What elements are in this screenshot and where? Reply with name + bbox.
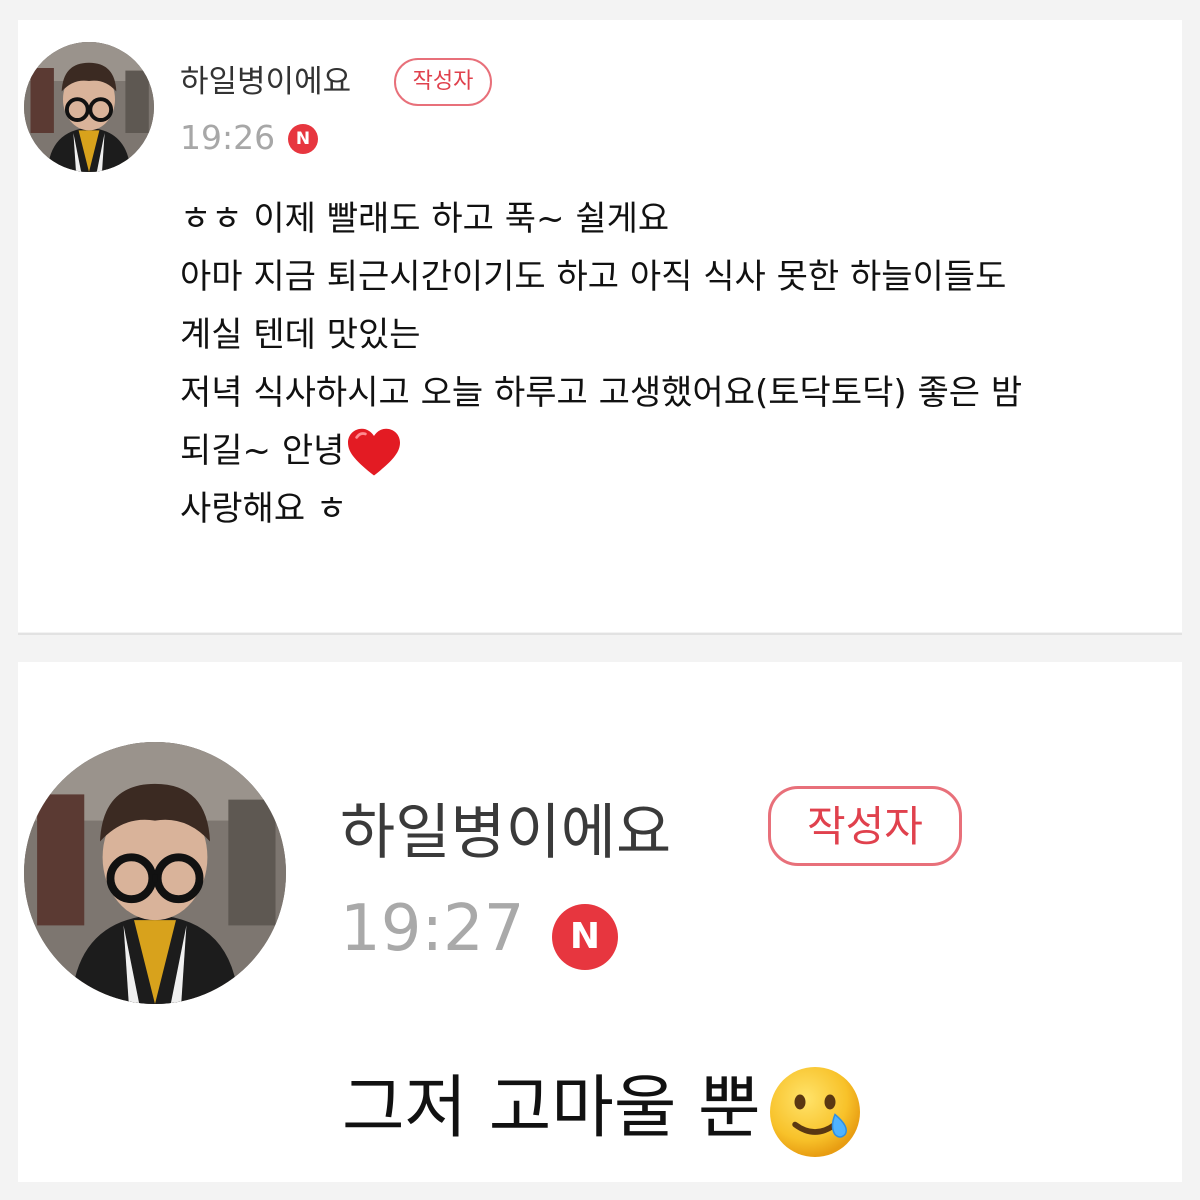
comment-line: 사랑해요 ㅎ [180,489,348,529]
smiling-face-with-tear-icon [769,1067,860,1158]
author-badge: 작성자 [394,58,492,106]
author-name[interactable]: 하일병이에요 [180,56,351,101]
comment-line: 아마 지금 퇴근시간이기도 하고 아직 식사 못한 하늘이들도 [180,257,1007,297]
comment-line: 저녁 식사하시고 오늘 하루고 고생했어요(토닥토닥) 좋은 밤 [180,373,1023,413]
comment-body: ㅎㅎ 이제 빨래도 하고 푹~ 쉴게요 아마 지금 퇴근시간이기도 하고 아직 … [180,190,1170,538]
new-badge-icon: N [552,904,618,970]
comment-timestamp: 19:27 [340,892,525,966]
comment-line: ㅎㅎ 이제 빨래도 하고 푹~ 쉴게요 [180,199,670,239]
red-heart-icon [348,428,401,476]
comment-line-with-emoji: 되길~ 안녕 [180,422,1170,480]
avatar-photo-icon [24,742,286,1004]
comment-timestamp: 19:26 [180,118,276,157]
comment-thread: 하일병이에요 작성자 19:26 N ㅎㅎ 이제 빨래도 하고 푹~ 쉴게요 아… [0,0,1200,1200]
avatar[interactable] [24,42,154,172]
divider [18,633,1182,635]
new-badge-icon: N [288,124,318,154]
author-badge: 작성자 [768,786,962,866]
avatar[interactable] [24,742,286,1004]
comment-line: 되길~ 안녕 [180,431,345,471]
author-name[interactable]: 하일병이에요 [340,784,671,871]
comment-text: 그저 고마울 뿐 [342,1069,761,1148]
avatar-photo-icon [24,42,154,172]
comment-body: 그저 고마울 뿐 [342,1052,865,1162]
comment-line: 계실 텐데 맛있는 [180,315,421,355]
